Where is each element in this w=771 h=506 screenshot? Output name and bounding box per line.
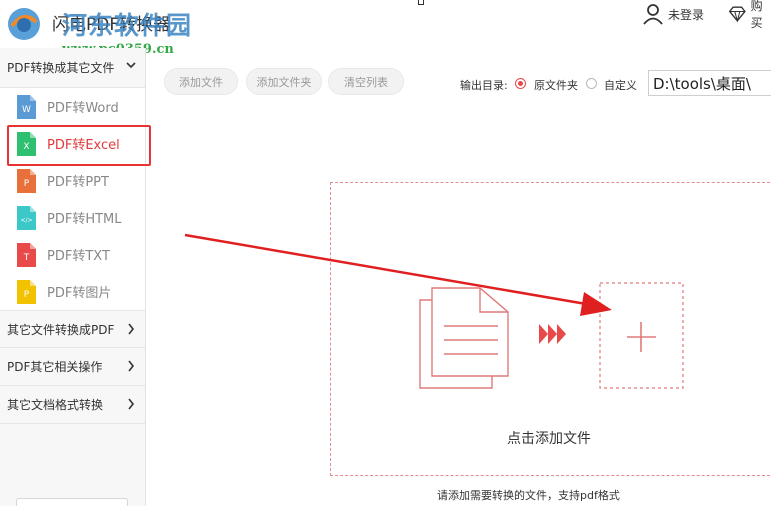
sidebar-group-label: 其它文件转换成PDF xyxy=(7,322,115,337)
diamond-icon xyxy=(728,6,746,23)
app-logo-icon xyxy=(8,8,40,40)
sidebar-group-other-to-pdf[interactable]: 其它文件转换成PDF xyxy=(0,310,145,348)
svg-text:P: P xyxy=(24,179,30,189)
sidebar-item-pdf-to-image[interactable]: P PDF转图片 xyxy=(0,273,145,310)
add-folder-button[interactable]: 添加文件夹 xyxy=(246,68,322,95)
svg-text:</>: </> xyxy=(20,217,32,224)
chevron-right-icon xyxy=(128,360,135,372)
sidebar-group-pdf-to-other[interactable]: PDF转换成其它文件 xyxy=(0,48,145,88)
sidebar-bottom-panel xyxy=(16,498,128,506)
watermark-title: 河东软件园 xyxy=(62,11,193,40)
sidebar-item-pdf-to-word[interactable]: W PDF转Word xyxy=(0,88,145,125)
radio-original-folder[interactable] xyxy=(515,78,526,89)
excel-file-icon: X xyxy=(17,131,36,156)
sidebar-item-pdf-to-ppt[interactable]: P PDF转PPT xyxy=(0,162,145,199)
svg-text:T: T xyxy=(23,253,30,263)
title-bar: 闪电PDF转换器 河东软件园 www.pc0359.cn 未登录 购买 xyxy=(0,0,771,57)
user-icon xyxy=(643,4,663,25)
buy-button[interactable]: 购买 xyxy=(728,0,771,30)
clear-list-button[interactable]: 清空列表 xyxy=(328,68,404,95)
output-dir-label: 输出目录: xyxy=(460,79,508,92)
sidebar-group-label: 其它文档格式转换 xyxy=(7,398,104,412)
sidebar-group-label: PDF转换成其它文件 xyxy=(7,61,115,75)
output-path-field[interactable]: D:\tools\桌面\ xyxy=(648,70,771,96)
ppt-file-icon: P xyxy=(17,168,36,193)
text-cursor xyxy=(418,0,424,5)
sidebar-item-label: PDF转TXT xyxy=(47,249,110,264)
sidebar-item-label: PDF转PPT xyxy=(47,175,109,190)
txt-file-icon: T xyxy=(17,242,36,267)
sidebar-group-label: PDF其它相关操作 xyxy=(7,360,103,374)
toolbar: 添加文件 添加文件夹 清空列表 输出目录: 原文件夹 自定义 D:\tools\… xyxy=(146,48,771,104)
radio-custom-folder[interactable] xyxy=(586,78,597,89)
svg-text:W: W xyxy=(22,105,31,115)
sidebar-group-pdf-other-ops[interactable]: PDF其它相关操作 xyxy=(0,348,145,386)
sidebar-item-pdf-to-txt[interactable]: T PDF转TXT xyxy=(0,236,145,273)
login-label: 未登录 xyxy=(668,7,705,22)
app-window: 闪电PDF转换器 河东软件园 www.pc0359.cn 未登录 购买 PDF转… xyxy=(0,0,771,506)
chevron-right-icon xyxy=(128,398,135,410)
sidebar-group-other-doc-convert[interactable]: 其它文档格式转换 xyxy=(0,386,145,424)
svg-text:P: P xyxy=(24,290,30,300)
sidebar: PDF转换成其它文件 W PDF转Word X PDF转Excel P PDF转… xyxy=(0,48,151,506)
sidebar-item-pdf-to-excel[interactable]: X PDF转Excel xyxy=(0,125,151,166)
chevron-right-icon xyxy=(128,323,135,335)
sidebar-item-label: PDF转图片 xyxy=(47,286,112,301)
sidebar-item-label: PDF转Word xyxy=(47,101,119,116)
html-file-icon: </> xyxy=(17,205,36,230)
sidebar-item-label: PDF转Excel xyxy=(47,138,120,153)
buy-label: 购买 xyxy=(750,0,763,30)
image-file-icon: P xyxy=(17,279,36,304)
word-file-icon: W xyxy=(17,94,36,119)
radio-custom-label: 自定义 xyxy=(604,79,637,92)
supported-format-hint: 请添加需要转换的文件，支持pdf格式 xyxy=(437,489,620,502)
add-file-prompt[interactable]: 点击添加文件 xyxy=(507,428,591,448)
sidebar-sub-list: W PDF转Word X PDF转Excel P PDF转PPT </> PDF… xyxy=(0,88,151,310)
radio-original-label: 原文件夹 xyxy=(534,79,578,92)
add-file-button[interactable]: 添加文件 xyxy=(164,68,238,95)
sidebar-item-pdf-to-html[interactable]: </> PDF转HTML xyxy=(0,199,145,236)
login-button[interactable]: 未登录 xyxy=(642,2,704,26)
chevron-down-icon xyxy=(126,62,136,69)
svg-text:X: X xyxy=(23,142,29,152)
sidebar-item-label: PDF转HTML xyxy=(47,212,122,227)
